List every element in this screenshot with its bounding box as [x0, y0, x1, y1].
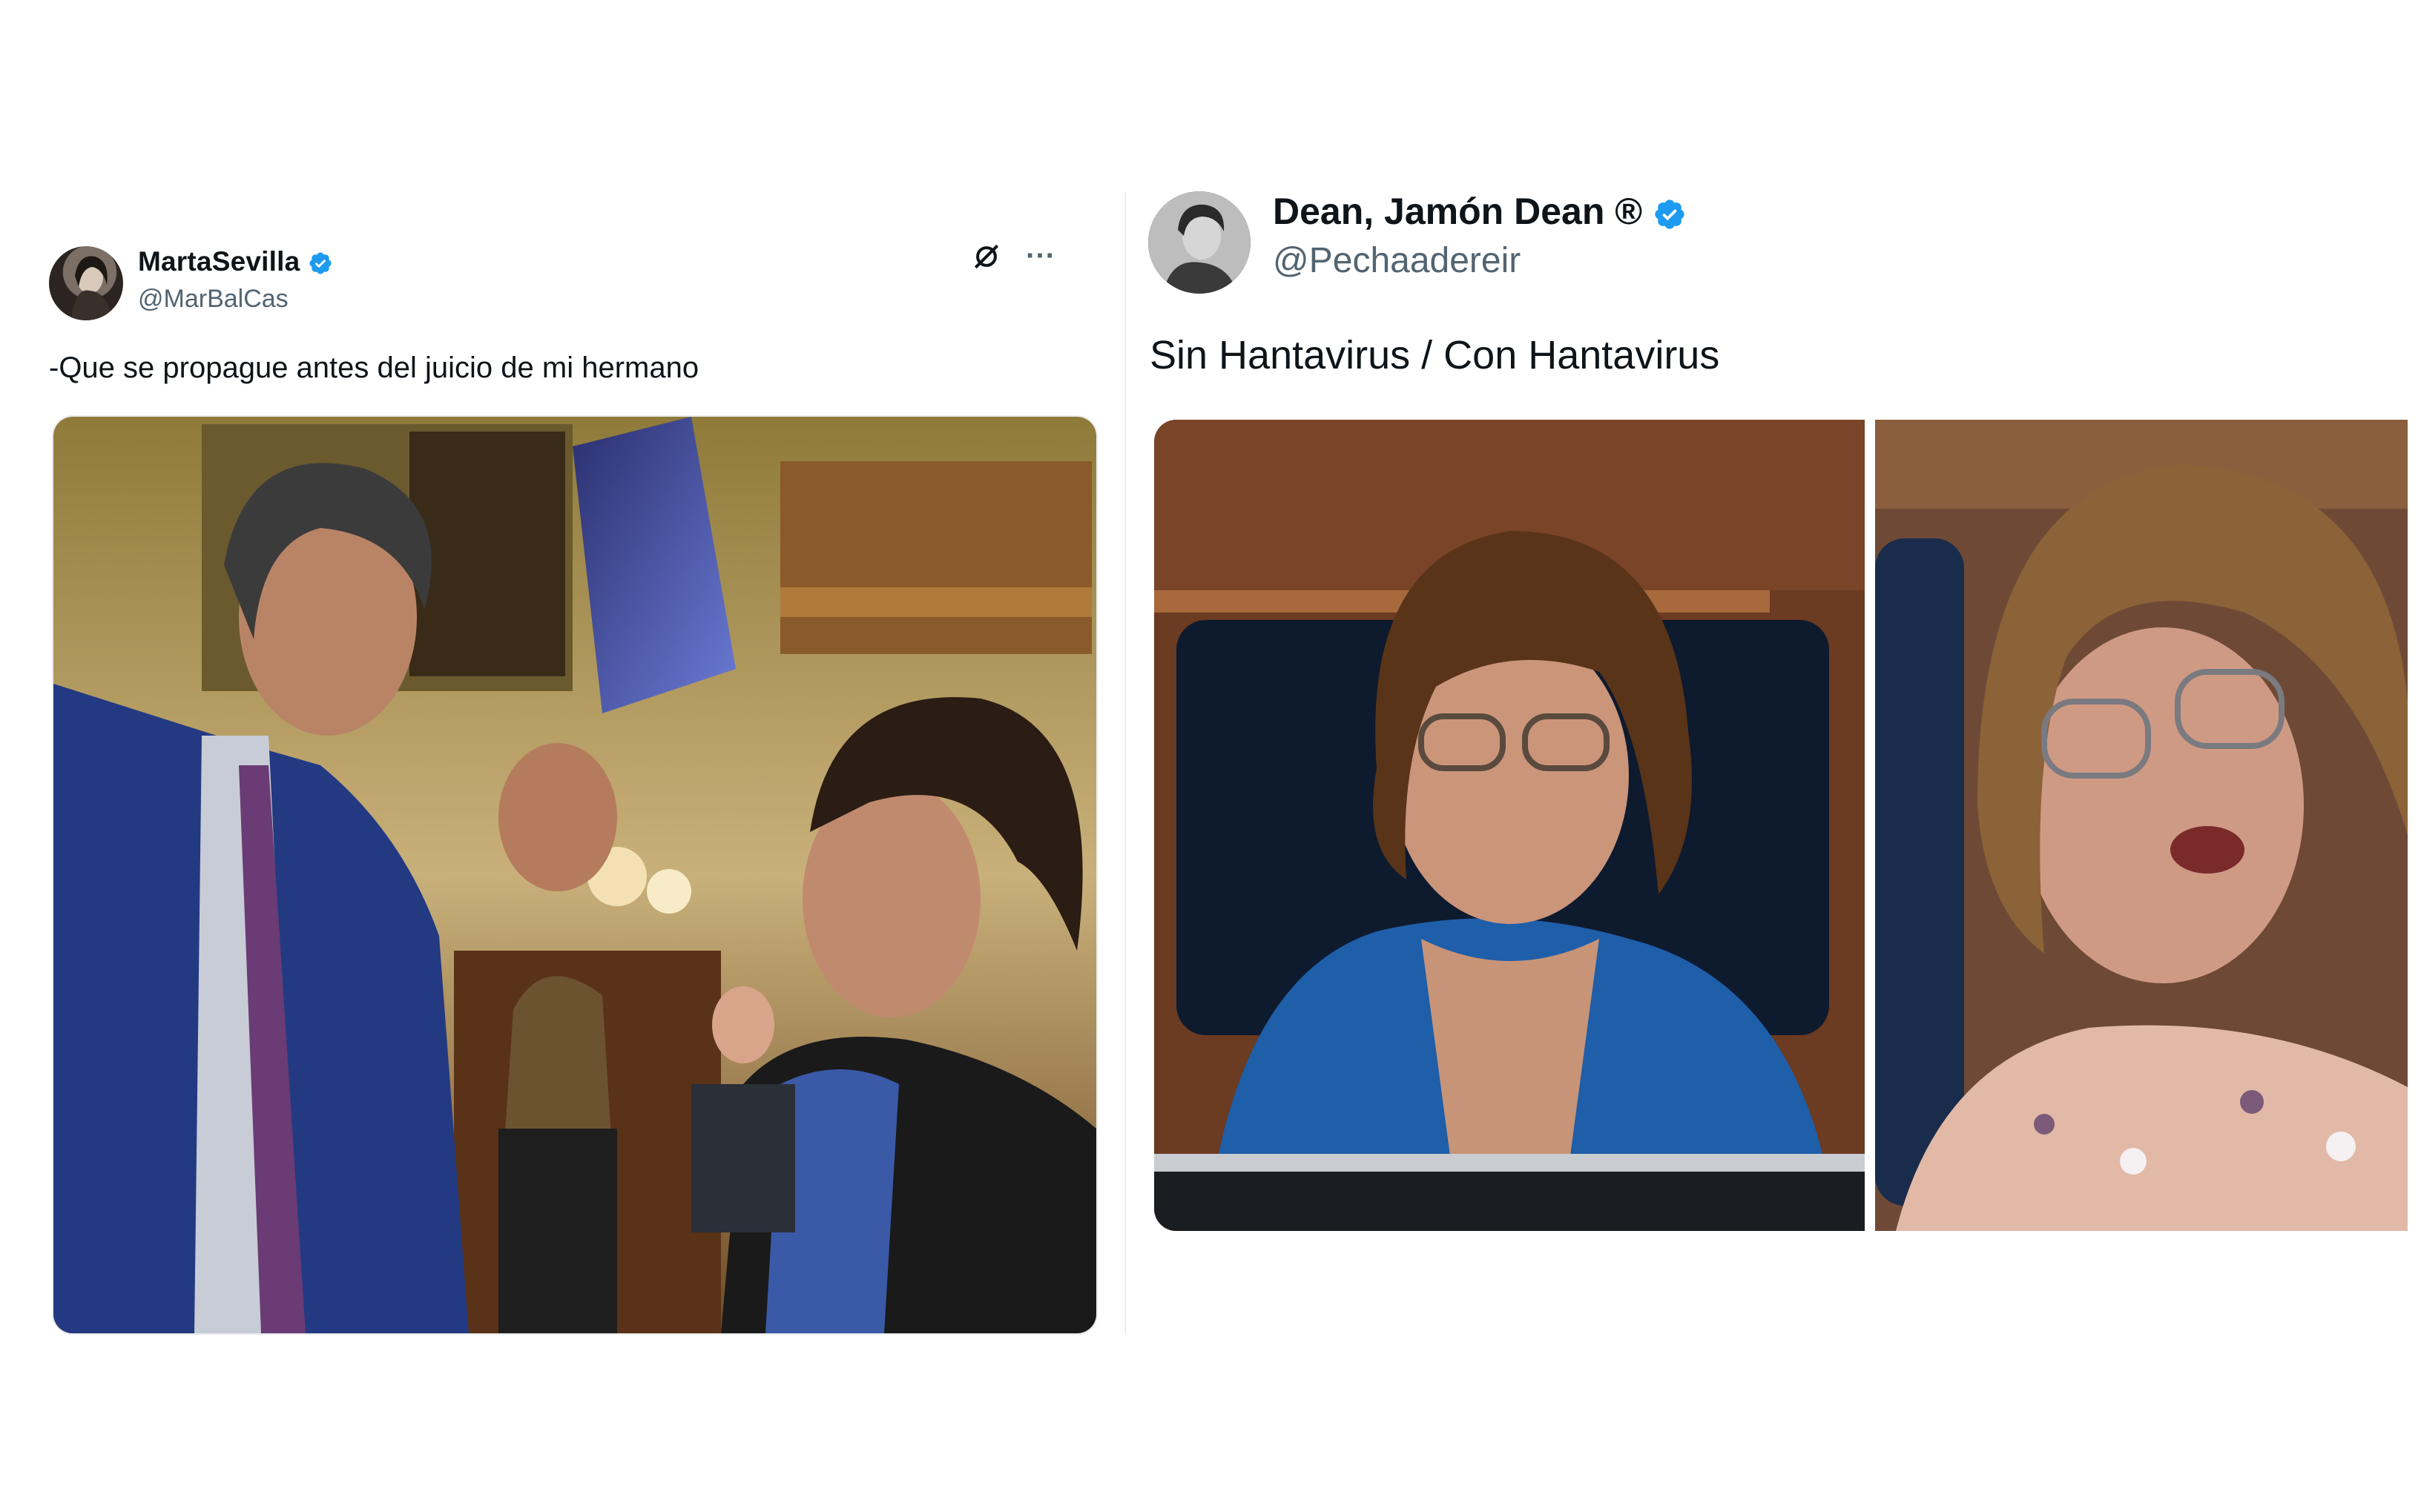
display-name-text[interactable]: Dean, Jamón Dean ®: [1273, 191, 1642, 232]
tweet-photo[interactable]: [1154, 420, 2408, 1231]
handle[interactable]: @Pechaadereir: [1273, 240, 1521, 281]
verified-badge-icon: [1653, 197, 1687, 231]
verified-badge-icon: [308, 251, 333, 276]
tweet-photo[interactable]: [52, 415, 1098, 1335]
grok-icon[interactable]: [964, 234, 1009, 279]
avatar[interactable]: [49, 246, 123, 320]
more-icon[interactable]: ···: [1015, 237, 1067, 274]
column-divider: [1124, 193, 1126, 1335]
avatar[interactable]: [1148, 191, 1251, 294]
display-name[interactable]: MartaSevilla: [138, 246, 333, 277]
display-name-text[interactable]: MartaSevilla: [138, 246, 300, 277]
handle[interactable]: @MarBalCas: [138, 285, 289, 314]
tweet-text: -Que se propague antes del juicio de mi …: [49, 351, 699, 384]
tweet-text: Sin Hantavirus / Con Hantavirus: [1150, 333, 1720, 377]
display-name[interactable]: Dean, Jamón Dean ®: [1273, 190, 1687, 233]
